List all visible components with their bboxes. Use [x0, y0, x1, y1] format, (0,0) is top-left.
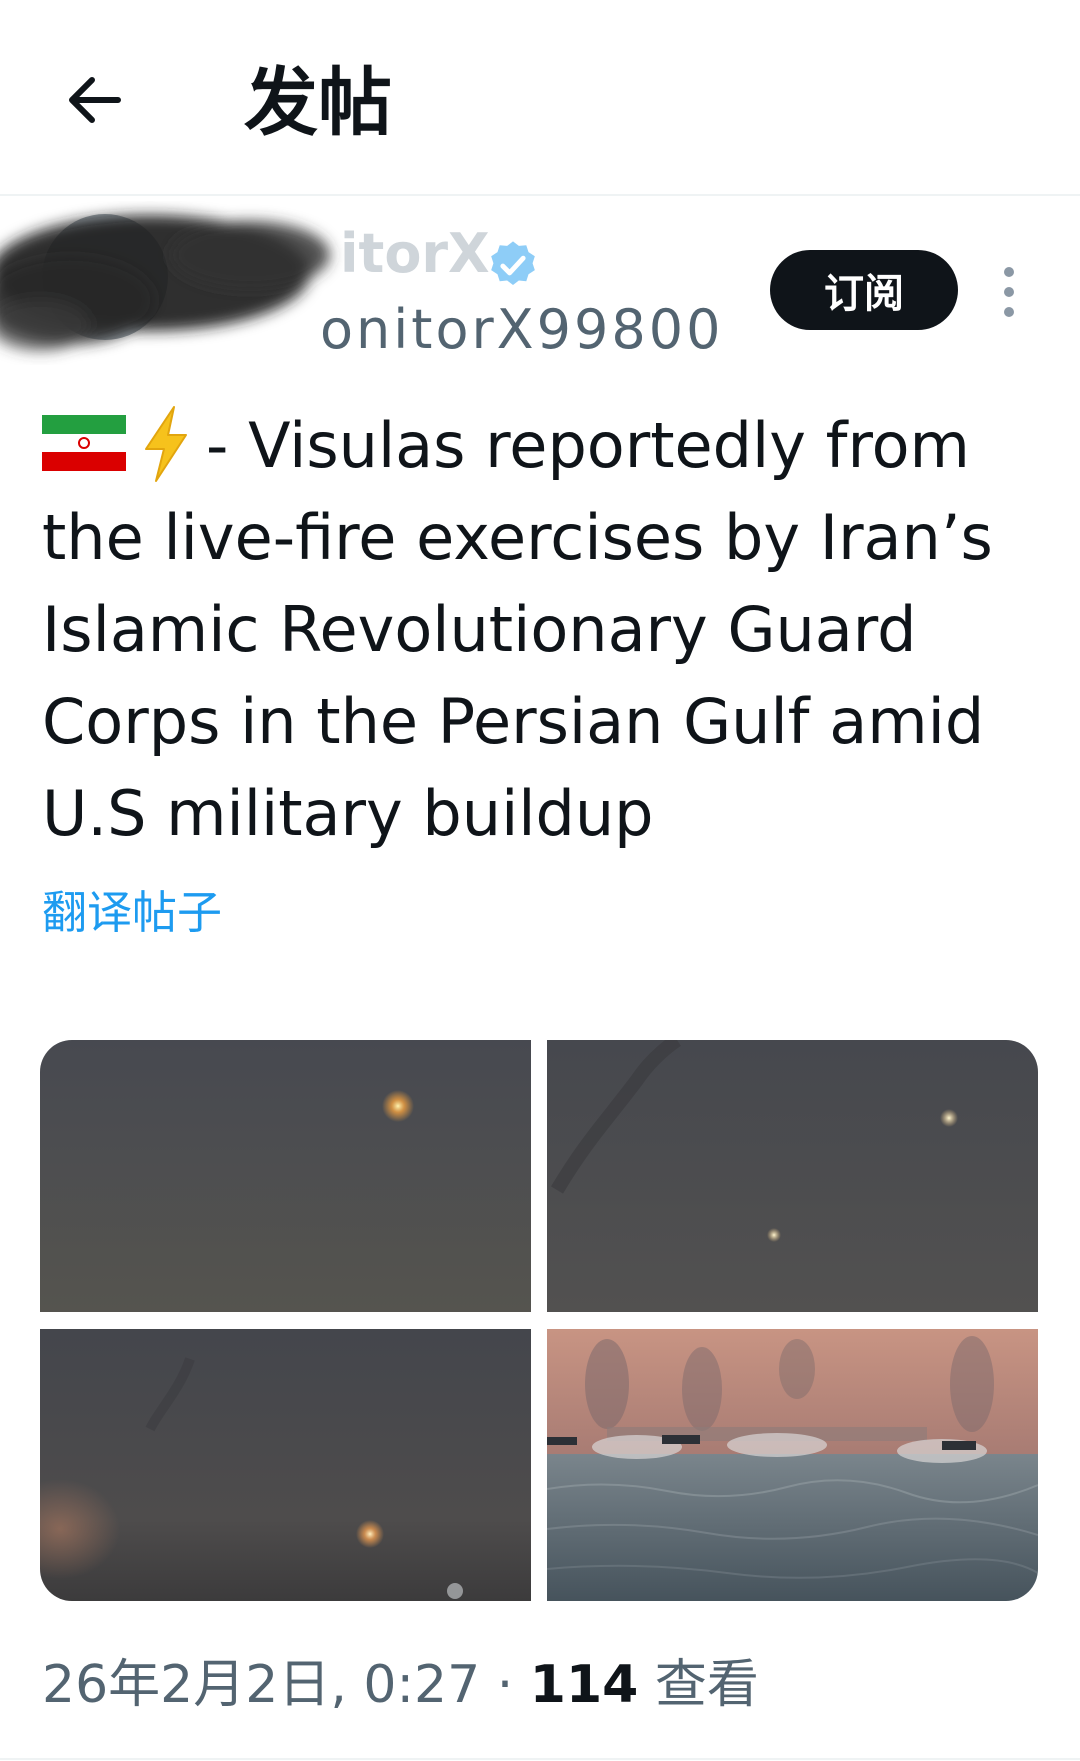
subscribe-button[interactable]: 订阅: [770, 250, 958, 330]
media-photo-1[interactable]: [40, 1040, 531, 1312]
top-bar: 发帖: [0, 0, 1080, 196]
media-grid: [40, 1040, 1038, 1601]
redaction-scribble: [0, 215, 330, 351]
views-count: 114: [529, 1655, 639, 1715]
post-meta: 26年2月2日, 0:27 · 114 查看: [42, 1652, 759, 1718]
views-label: 查看: [654, 1655, 759, 1715]
lightning-icon: [145, 406, 187, 482]
post-text: - Visulas reportedly from the live-fire …: [42, 400, 1042, 860]
divider: [0, 1758, 1080, 1760]
author-handle[interactable]: onitorX99800: [320, 298, 723, 361]
meta-separator: ·: [496, 1655, 514, 1715]
media-photo-2[interactable]: [547, 1040, 1038, 1312]
post-timestamp[interactable]: 26年2月2日, 0:27: [42, 1655, 480, 1715]
arrow-left-icon[interactable]: [62, 68, 126, 132]
translate-post-link[interactable]: 翻译帖子: [42, 885, 222, 941]
more-vertical-icon[interactable]: [994, 264, 1024, 320]
author-name[interactable]: itorX: [340, 222, 490, 285]
media-photo-4[interactable]: [547, 1329, 1038, 1601]
media-photo-3[interactable]: [40, 1329, 531, 1601]
page-title: 发帖: [244, 60, 392, 146]
iran-flag-icon: [42, 415, 126, 471]
verified-badge-icon: [491, 241, 535, 286]
